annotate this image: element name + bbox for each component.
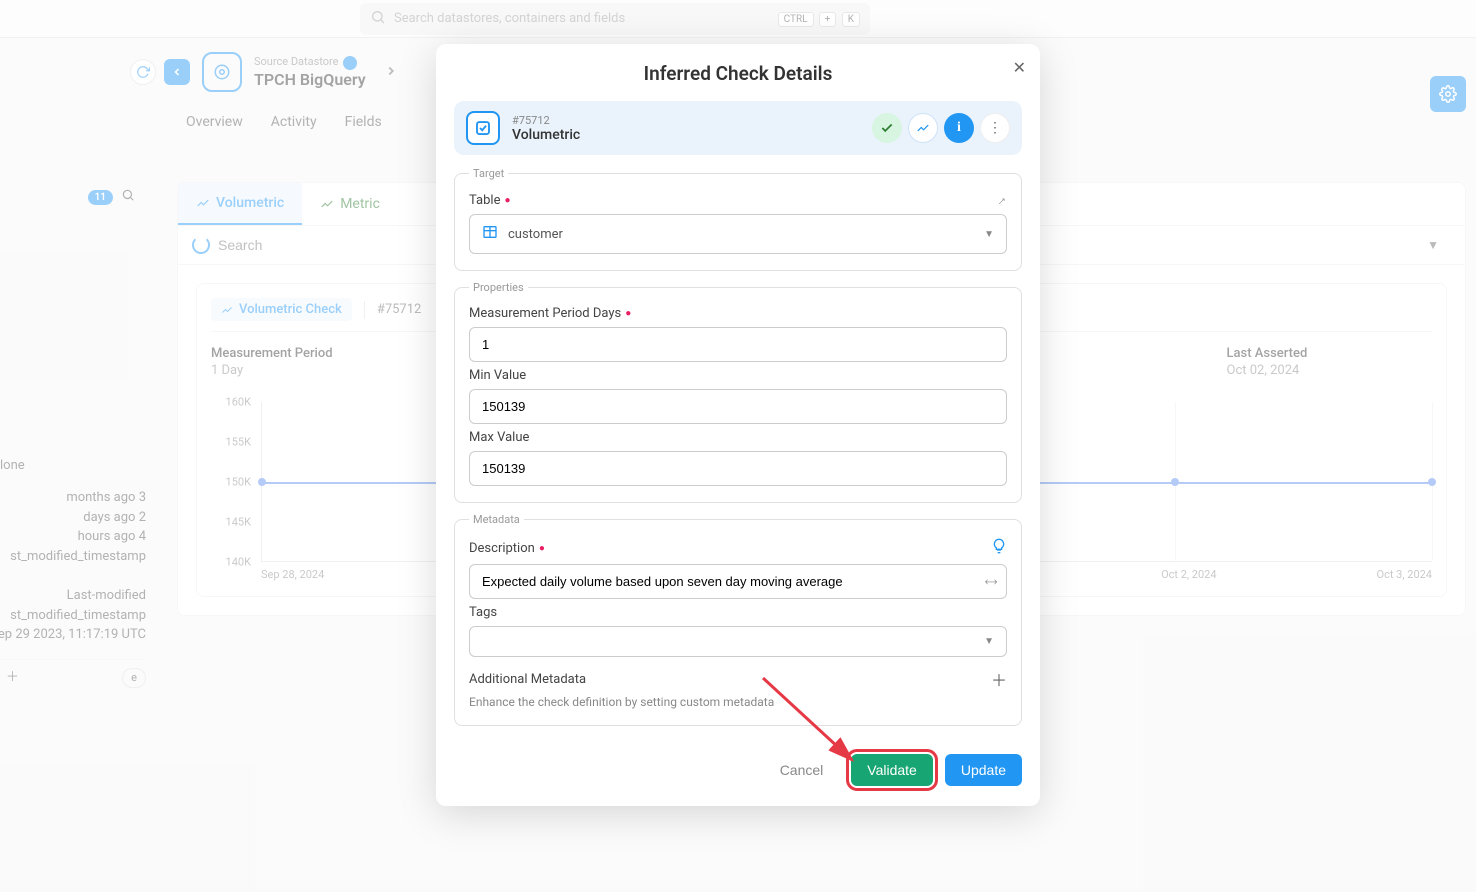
- inferred-check-modal: ✕ Inferred Check Details #75712 Volumetr…: [436, 44, 1040, 806]
- banner-check-name: Volumetric: [512, 127, 580, 143]
- validate-button[interactable]: Validate: [851, 754, 933, 786]
- additional-metadata-label: Additional Metadata: [469, 672, 586, 687]
- target-fieldset: Target Table● → customer ▼: [454, 167, 1022, 271]
- info-icon[interactable]: i: [944, 113, 974, 143]
- chart-icon[interactable]: [908, 113, 938, 143]
- properties-fieldset: Properties Measurement Period Days● Min …: [454, 281, 1022, 503]
- banner-check-id: #75712: [512, 114, 580, 127]
- check-type-icon: [466, 111, 500, 145]
- table-label: Table: [469, 193, 500, 208]
- modal-summary-banner: #75712 Volumetric i ⋮: [454, 101, 1022, 155]
- max-value-input[interactable]: [482, 461, 994, 476]
- min-label: Min Value: [469, 368, 526, 383]
- additional-metadata-sub: Enhance the check definition by setting …: [469, 695, 1007, 709]
- chevron-down-icon: ▼: [984, 229, 994, 240]
- cancel-button[interactable]: Cancel: [764, 754, 840, 786]
- open-external-icon[interactable]: →: [990, 190, 1011, 211]
- max-label: Max Value: [469, 430, 529, 445]
- min-value-input[interactable]: [482, 399, 994, 414]
- description-label: Description: [469, 541, 535, 556]
- table-value: customer: [508, 227, 563, 242]
- modal-title: Inferred Check Details: [436, 62, 1040, 85]
- table-icon: [482, 224, 498, 244]
- modal-overlay: ✕ Inferred Check Details #75712 Volumetr…: [0, 0, 1476, 892]
- close-icon[interactable]: ✕: [1013, 58, 1026, 77]
- status-ok-icon[interactable]: [872, 113, 902, 143]
- metadata-fieldset: Metadata Description● ⤢ Tags ▼ A: [454, 513, 1022, 726]
- hint-icon[interactable]: [991, 538, 1007, 558]
- expand-icon[interactable]: ⤢: [986, 574, 996, 589]
- chevron-down-icon: ▼: [984, 636, 994, 647]
- tags-label: Tags: [469, 605, 497, 620]
- period-label: Measurement Period Days: [469, 306, 621, 321]
- period-input[interactable]: [482, 337, 994, 352]
- table-select[interactable]: customer ▼: [469, 214, 1007, 254]
- description-input[interactable]: [482, 574, 994, 589]
- update-button[interactable]: Update: [945, 754, 1022, 786]
- more-menu-icon[interactable]: ⋮: [980, 113, 1010, 143]
- tags-select[interactable]: ▼: [469, 626, 1007, 657]
- add-metadata-icon[interactable]: ＋: [991, 667, 1007, 691]
